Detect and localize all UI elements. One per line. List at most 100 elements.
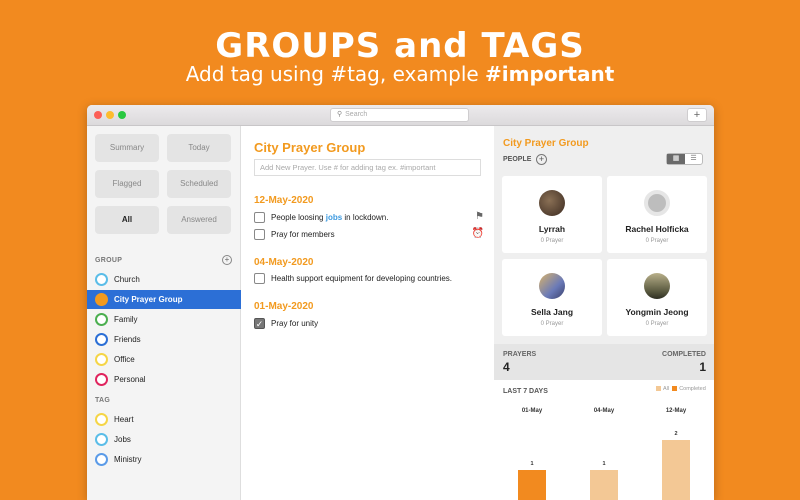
sidebar-item-label: Heart	[114, 415, 134, 424]
sidebar-item-office[interactable]: Office	[87, 350, 241, 369]
x-tick-label: 01-May	[521, 408, 543, 414]
prayer-item[interactable]: Health support equipment for developing …	[254, 273, 484, 285]
hero-subtitle: Add tag using #tag, example #important	[0, 62, 800, 86]
sidebar-item-friends[interactable]: Friends	[87, 330, 241, 349]
bar-all	[662, 440, 690, 500]
prayer-checkbox[interactable]	[254, 212, 265, 223]
x-tick-label: 04-May	[593, 408, 615, 414]
prayer-item[interactable]: People loosing jobs in lockdown. ⚑	[254, 211, 484, 224]
sidebar-item-jobs[interactable]: Jobs	[87, 430, 241, 449]
tag-color-icon	[95, 453, 108, 466]
sidebar-item-heart[interactable]: Heart	[87, 410, 241, 429]
avatar	[539, 190, 565, 216]
prayer-item[interactable]: ✓ Pray for unity	[254, 318, 484, 330]
add-person-button[interactable]: +	[536, 154, 547, 165]
filter-summary-button[interactable]: Summary	[95, 134, 159, 162]
avatar	[644, 190, 670, 216]
person-card[interactable]: Rachel Holficka 0 Prayer	[607, 176, 707, 253]
alarm-icon[interactable]: ⏰	[472, 228, 484, 239]
prayer-stats: PRAYERS 4 COMPLETED 1	[494, 344, 714, 380]
sidebar-item-label: Office	[114, 355, 135, 364]
filter-answered-button[interactable]: Answered	[167, 206, 231, 234]
bar-completed	[518, 470, 546, 500]
sidebar-item-personal[interactable]: Personal	[87, 370, 241, 389]
group-color-icon	[95, 333, 108, 346]
search-input[interactable]: ⚲ Search	[330, 108, 469, 122]
prayer-checkbox[interactable]	[254, 273, 265, 284]
filter-flagged-button[interactable]: Flagged	[95, 170, 159, 198]
group-color-icon	[95, 273, 108, 286]
prayer-text: People loosing jobs in lockdown.	[271, 213, 389, 222]
group-detail-panel: City Prayer Group PEOPLE + ▦ ☰ Lyrrah 0 …	[494, 126, 714, 500]
hero-subtitle-text: Add tag using #tag, example	[185, 62, 486, 86]
person-prayer-count: 0 Prayer	[540, 238, 564, 244]
search-icon: ⚲	[337, 111, 343, 118]
hero-subtitle-tag: #important	[485, 62, 615, 86]
legend-all-label: All	[663, 386, 670, 392]
zoom-window-button[interactable]	[118, 111, 126, 119]
filter-today-button[interactable]: Today	[167, 134, 231, 162]
tag-color-icon	[95, 433, 108, 446]
avatar	[644, 273, 670, 299]
page-title: City Prayer Group	[254, 140, 366, 155]
grid-view-icon[interactable]: ▦	[667, 154, 685, 164]
sidebar-item-family[interactable]: Family	[87, 310, 241, 329]
prayer-list-panel: City Prayer Group Add New Prayer. Use # …	[242, 126, 494, 500]
sidebar-item-label: Family	[114, 315, 138, 324]
title-bar: ⚲ Search +	[87, 105, 714, 126]
sidebar-item-ministry[interactable]: Ministry	[87, 450, 241, 469]
completed-label: COMPLETED	[662, 351, 706, 358]
people-label: PEOPLE	[503, 156, 532, 163]
filter-scheduled-button[interactable]: Scheduled	[167, 170, 231, 198]
hero-title: GROUPS and TAGS	[215, 26, 585, 66]
person-prayer-count: 0 Prayer	[540, 321, 564, 327]
date-header: 04-May-2020	[254, 257, 314, 268]
avatar	[539, 273, 565, 299]
minimize-window-button[interactable]	[106, 111, 114, 119]
sidebar-item-label: Church	[114, 275, 140, 284]
new-prayer-input[interactable]: Add New Prayer. Use # for adding tag ex.…	[254, 159, 481, 176]
prayers-label: PRAYERS	[503, 351, 537, 358]
prayer-text: Pray for members	[271, 230, 335, 239]
bar-value-label: 1	[602, 461, 606, 467]
person-name: Rachel Holficka	[625, 224, 689, 234]
flag-icon[interactable]: ⚑	[475, 211, 484, 222]
prayer-checkbox[interactable]: ✓	[254, 318, 265, 329]
tag-color-icon	[95, 413, 108, 426]
search-placeholder: Search	[345, 111, 368, 118]
filter-all-button[interactable]: All	[95, 206, 159, 234]
legend-completed-swatch	[672, 386, 678, 392]
group-title: City Prayer Group	[503, 138, 589, 149]
add-button[interactable]: +	[687, 108, 707, 122]
tag-section-title: TAG	[95, 397, 111, 404]
tag-link[interactable]: jobs	[326, 213, 342, 222]
prayer-item[interactable]: Pray for members ⏰	[254, 228, 484, 241]
last-7-days-chart: LAST 7 DAYS All Completed 01-May 1 04-May 1…	[494, 380, 714, 500]
person-card[interactable]: Yongmin Jeong 0 Prayer	[607, 259, 707, 336]
group-color-icon	[95, 293, 108, 306]
completed-count: 1	[699, 360, 706, 374]
sidebar-item-label: Ministry	[114, 455, 142, 464]
person-prayer-count: 0 Prayer	[645, 321, 669, 327]
person-prayer-count: 0 Prayer	[645, 238, 669, 244]
prayers-count: 4	[503, 360, 510, 374]
sidebar-item-city-prayer-group[interactable]: City Prayer Group	[87, 290, 241, 309]
prayer-text: Health support equipment for developing …	[271, 274, 452, 283]
prayer-checkbox[interactable]	[254, 229, 265, 240]
person-card[interactable]: Sella Jang 0 Prayer	[502, 259, 602, 336]
person-card[interactable]: Lyrrah 0 Prayer	[502, 176, 602, 253]
group-color-icon	[95, 313, 108, 326]
list-view-icon[interactable]: ☰	[685, 154, 702, 164]
view-toggle: ▦ ☰	[666, 153, 703, 165]
app-window: ⚲ Search + Summary Today Flagged Schedule…	[87, 105, 714, 500]
prayer-text: Pray for unity	[271, 319, 319, 328]
sidebar-item-label: City Prayer Group	[114, 295, 183, 304]
group-color-icon	[95, 353, 108, 366]
sidebar-item-church[interactable]: Church	[87, 270, 241, 289]
sidebar: Summary Today Flagged Scheduled All Answ…	[87, 126, 241, 500]
close-window-button[interactable]	[94, 111, 102, 119]
sidebar-item-label: Personal	[114, 375, 146, 384]
person-name: Sella Jang	[530, 307, 574, 317]
person-name: Lyrrah	[538, 224, 566, 234]
add-group-button[interactable]: +	[222, 255, 232, 265]
